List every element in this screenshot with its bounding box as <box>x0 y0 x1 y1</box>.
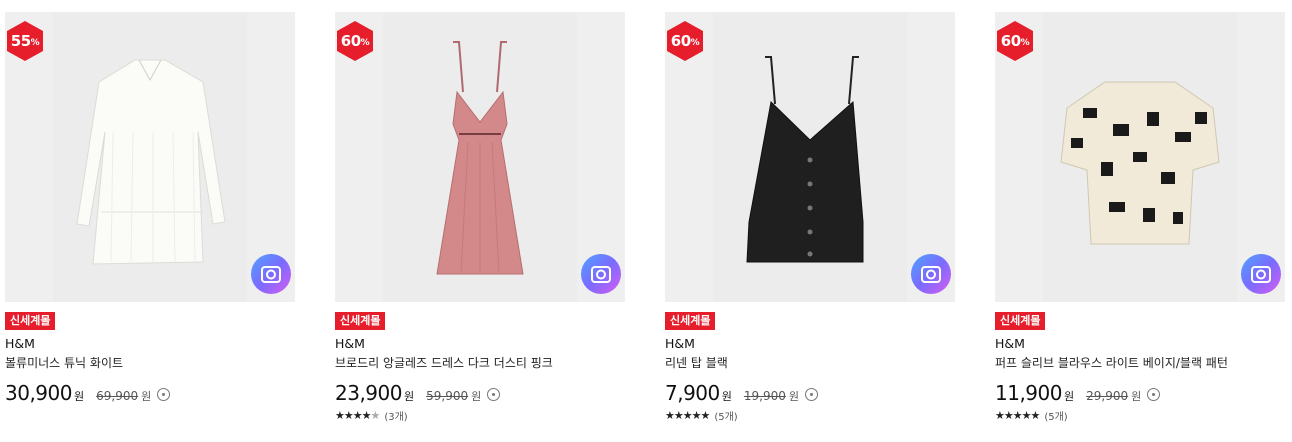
discount-badge: 55% <box>5 20 46 62</box>
discount-unit: % <box>1020 37 1030 48</box>
rating-row: ★★★★★ (5개) <box>995 408 1285 423</box>
currency: 원 <box>721 390 732 403</box>
sale-price: 30,900 <box>5 381 72 405</box>
original-price: 19,900 <box>743 389 786 403</box>
rating-row: ★★★★★ (5개) <box>665 408 955 423</box>
camera-icon <box>261 266 281 283</box>
camera-search-button[interactable] <box>1241 254 1281 294</box>
store-tag: 신세계몰 <box>665 312 716 330</box>
discount-value: 60 <box>670 32 691 50</box>
product-grid: 55% 신세계몰 H&M 볼류미너스 튜닉 화이트 30,900 원 69,90… <box>0 0 1292 442</box>
original-currency: 원 <box>1131 390 1142 403</box>
discount-unit: % <box>30 37 40 48</box>
original-price: 59,900 <box>426 389 469 403</box>
original-price: 29,900 <box>1086 389 1129 403</box>
original-currency: 원 <box>141 390 152 403</box>
brand-name: H&M <box>335 336 365 351</box>
product-card: 55% 신세계몰 H&M 볼류미너스 튜닉 화이트 30,900 원 69,90… <box>5 12 295 432</box>
discount-unit: % <box>690 37 700 48</box>
product-name[interactable]: 브로드리 앙글레즈 드레스 다크 더스티 핑크 <box>335 354 625 371</box>
review-count: (5개) <box>1044 412 1068 423</box>
camera-search-button[interactable] <box>581 254 621 294</box>
product-name[interactable]: 볼류미너스 튜닉 화이트 <box>5 354 295 371</box>
brand-name: H&M <box>665 336 695 351</box>
product-image-link[interactable]: 60% <box>995 12 1285 302</box>
currency: 원 <box>403 390 415 403</box>
currency: 원 <box>1063 390 1075 403</box>
sale-price: 7,900 <box>665 381 720 405</box>
product-image-link[interactable]: 55% <box>5 12 295 302</box>
discount-unit: % <box>360 37 370 48</box>
product-photo-puff-blouse <box>1043 12 1237 302</box>
original-currency: 원 <box>471 390 482 403</box>
product-image-link[interactable]: 60% <box>665 12 955 302</box>
camera-icon <box>1251 266 1271 283</box>
star-rating: ★★★★★ <box>665 409 710 422</box>
product-photo-white-tunic <box>53 12 247 302</box>
discount-value: 55 <box>10 32 31 50</box>
sale-price: 11,900 <box>995 381 1062 405</box>
info-icon[interactable] <box>1147 388 1161 401</box>
info-icon[interactable] <box>805 388 819 401</box>
review-count: (5개) <box>714 412 738 423</box>
discount-badge: 60% <box>665 20 706 62</box>
camera-search-button[interactable] <box>911 254 951 294</box>
info-icon[interactable] <box>487 388 501 401</box>
product-name[interactable]: 퍼프 슬리브 블라우스 라이트 베이지/블랙 패턴 <box>995 354 1285 371</box>
info-icon[interactable] <box>157 388 171 401</box>
brand-name: H&M <box>5 336 35 351</box>
product-card: 60% 신세계몰 H&M 리넨 탑 블랙 7,900 원 19,900 원 ★★… <box>665 12 955 432</box>
discount-badge: 60% <box>995 20 1036 62</box>
product-card: 60% 신세계몰 H&M 퍼프 슬리브 블라우스 라이트 베이지/블랙 패턴 1… <box>995 12 1285 432</box>
discount-value: 60 <box>1000 32 1021 50</box>
review-count: (3개) <box>384 412 408 423</box>
camera-icon <box>591 266 611 283</box>
product-image-link[interactable]: 60% <box>335 12 625 302</box>
price-row: 23,900 원 59,900 원 <box>335 381 625 405</box>
price-row: 11,900 원 29,900 원 <box>995 381 1285 405</box>
product-card: 60% 신세계몰 H&M 브로드리 앙글레즈 드레스 다크 더스티 핑크 23,… <box>335 12 625 432</box>
product-name[interactable]: 리넨 탑 블랙 <box>665 354 955 371</box>
original-price: 69,900 <box>96 389 139 403</box>
star-rating: ★★★★★ <box>995 409 1040 422</box>
rating-row: ★★★★★ (3개) <box>335 408 625 423</box>
store-tag: 신세계몰 <box>335 312 386 330</box>
store-tag: 신세계몰 <box>5 312 56 330</box>
product-photo-black-top <box>713 12 907 302</box>
camera-search-button[interactable] <box>251 254 291 294</box>
currency: 원 <box>73 390 85 403</box>
price-row: 30,900 원 69,900 원 <box>5 381 295 405</box>
sale-price: 23,900 <box>335 381 402 405</box>
product-photo-pink-dress <box>383 12 577 302</box>
original-currency: 원 <box>788 390 800 403</box>
store-tag: 신세계몰 <box>995 312 1046 330</box>
discount-value: 60 <box>340 32 361 50</box>
price-row: 7,900 원 19,900 원 <box>665 381 955 405</box>
discount-badge: 60% <box>335 20 376 62</box>
camera-icon <box>921 266 941 283</box>
brand-name: H&M <box>995 336 1025 351</box>
star-rating: ★★★★★ <box>335 409 380 422</box>
